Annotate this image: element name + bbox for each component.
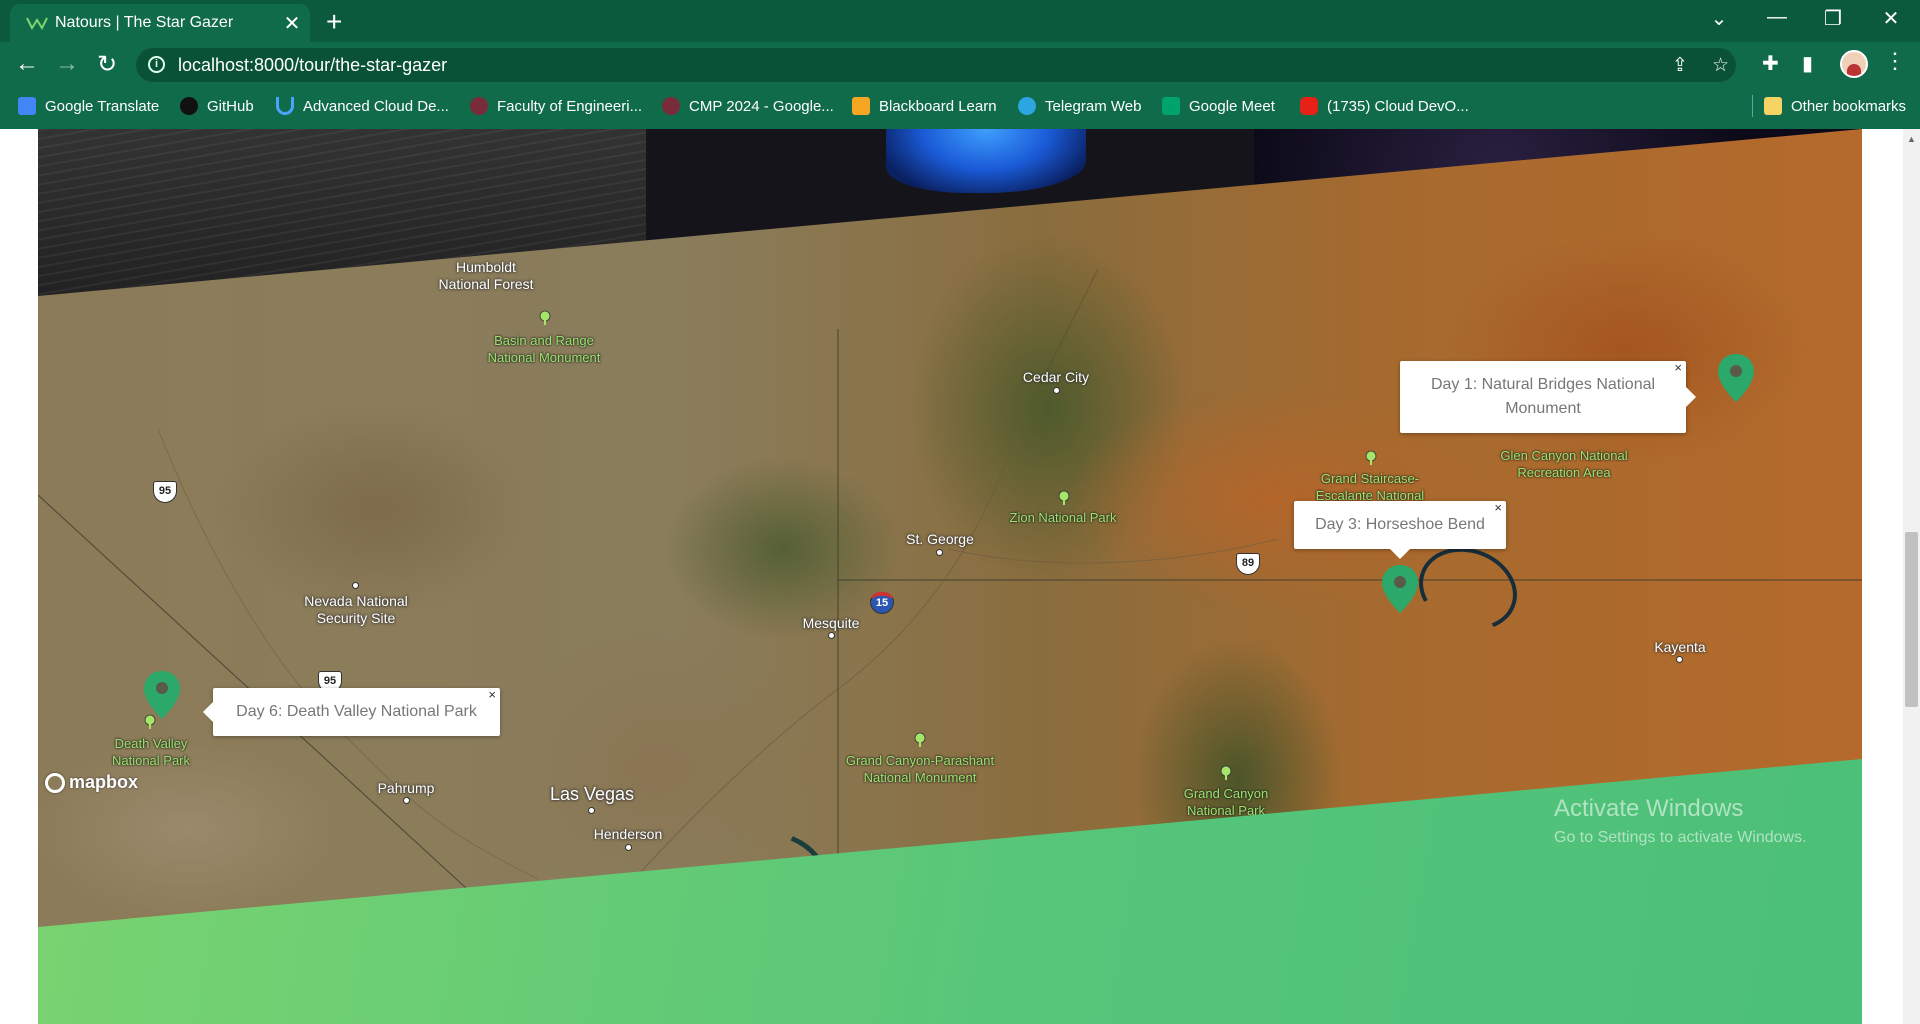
bookmark-star-icon[interactable]: ☆ xyxy=(1712,54,1729,77)
popup-close-icon[interactable]: × xyxy=(488,688,496,702)
browser-toolbar: ← → ↻ i localhost:8000/tour/the-star-gaz… xyxy=(0,42,1920,88)
location-marker-icon[interactable] xyxy=(1380,563,1420,615)
popup-text: Day 1: Natural Bridges National Monument xyxy=(1430,376,1656,417)
reload-button[interactable]: ↻ xyxy=(92,50,122,79)
close-window-button[interactable]: ✕ xyxy=(1876,6,1906,31)
city-dot-cedar xyxy=(1053,387,1060,394)
bookmark-google-translate[interactable]: Google Translate xyxy=(18,94,159,118)
label-grand-canyon: Grand Canyon National Park xyxy=(1183,786,1269,818)
bookmark-google-meet[interactable]: Google Meet xyxy=(1162,94,1275,118)
label-mesquite: Mesquite xyxy=(802,615,860,631)
youtube-icon xyxy=(1300,97,1318,115)
page-viewport: Humboldt National Forest Basin and Range N… xyxy=(0,129,1920,1024)
telegram-icon xyxy=(1018,97,1036,115)
udemy-icon xyxy=(276,97,294,115)
bookmark-udemy[interactable]: Advanced Cloud De... xyxy=(276,94,449,118)
label-st-george: St. George xyxy=(906,531,974,547)
bookmark-telegram[interactable]: Telegram Web xyxy=(1018,94,1141,118)
location-marker-icon[interactable] xyxy=(1716,352,1756,404)
city-dot-st-george xyxy=(936,549,943,556)
popup-close-icon[interactable]: × xyxy=(1494,501,1502,515)
label-pahrump: Pahrump xyxy=(377,780,435,796)
google-meet-icon xyxy=(1162,97,1180,115)
bookmarks-separator xyxy=(1752,95,1753,117)
windows-activation-watermark: Activate Windows Go to Settings to activ… xyxy=(1554,795,1807,846)
city-dot-henderson xyxy=(625,844,632,851)
tab-title: Natours | The Star Gazer xyxy=(55,14,234,31)
forward-button[interactable]: → xyxy=(52,50,82,78)
city-dot-kayenta xyxy=(1676,656,1683,663)
address-bar[interactable]: i localhost:8000/tour/the-star-gazer ⇪ ☆ xyxy=(136,48,1736,82)
mapbox-icon xyxy=(45,772,65,793)
label-zion: Zion National Park xyxy=(1009,510,1117,525)
tab-close-icon[interactable]: ✕ xyxy=(282,11,302,36)
label-grand-staircase: Grand Staircase- Escalante National xyxy=(1315,471,1425,503)
scroll-up-arrow-icon[interactable]: ▲ xyxy=(1907,134,1916,144)
popup-day-6: × Day 6: Death Valley National Park xyxy=(203,688,500,736)
popup-day-1: × Day 1: Natural Bridges National Monume… xyxy=(1400,361,1696,433)
tab-strip: Natours | The Star Gazer ✕ + ⌄ — ❐ ✕ xyxy=(0,0,1920,42)
minimize-button[interactable]: — xyxy=(1762,6,1792,29)
popup-text: Day 6: Death Valley National Park xyxy=(236,703,477,720)
site-info-icon[interactable]: i xyxy=(148,56,165,73)
location-marker-icon[interactable] xyxy=(142,669,182,721)
city-dot-mesquite xyxy=(828,632,835,639)
city-dot-las-vegas xyxy=(588,807,595,814)
label-humboldt: Humboldt National Forest xyxy=(438,259,534,292)
profile-avatar[interactable] xyxy=(1840,50,1868,78)
browser-chrome: Natours | The Star Gazer ✕ + ⌄ — ❐ ✕ ← →… xyxy=(0,0,1920,129)
label-henderson: Henderson xyxy=(593,826,663,842)
browser-menu-icon[interactable]: ⋮ xyxy=(1884,48,1906,74)
label-death-valley: Death Valley National Park xyxy=(111,736,191,768)
label-parashant: Grand Canyon-Parashant National Monument xyxy=(845,753,995,785)
bookmarks-bar: Google Translate GitHub Advanced Cloud D… xyxy=(0,90,1920,122)
label-glen-canyon: Glen Canyon National Recreation Area xyxy=(1500,448,1628,480)
url-text[interactable]: localhost:8000/tour/the-star-gazer xyxy=(178,55,447,76)
bookmark-github[interactable]: GitHub xyxy=(180,94,254,118)
park-icon xyxy=(539,310,551,325)
bookmark-cmp2024[interactable]: CMP 2024 - Google... xyxy=(662,94,834,118)
bookmark-blackboard[interactable]: Blackboard Learn xyxy=(852,94,997,118)
bookmark-faculty[interactable]: Faculty of Engineeri... xyxy=(470,94,642,118)
side-panel-icon[interactable]: ▮ xyxy=(1802,51,1813,76)
folder-icon xyxy=(1764,97,1782,115)
label-basin-range: Basin and Range National Monument xyxy=(487,333,601,365)
popup-day-3: × Day 3: Horseshoe Bend xyxy=(1294,501,1506,559)
popup-close-icon[interactable]: × xyxy=(1674,361,1682,375)
popup-text: Day 3: Horseshoe Bend xyxy=(1315,516,1485,533)
globe-icon xyxy=(662,97,680,115)
scrollbar-thumb[interactable] xyxy=(1905,532,1918,707)
label-cedar-city: Cedar City xyxy=(1022,369,1090,385)
back-button[interactable]: ← xyxy=(12,50,42,78)
tent-highlight xyxy=(886,129,1086,193)
natours-favicon-icon xyxy=(26,17,48,30)
blackboard-icon xyxy=(852,97,870,115)
label-las-vegas: Las Vegas xyxy=(549,784,635,804)
city-dot-pahrump xyxy=(403,797,410,804)
new-tab-button[interactable]: + xyxy=(326,6,342,38)
park-icon xyxy=(1365,450,1377,465)
globe-icon xyxy=(470,97,488,115)
park-icon xyxy=(1220,765,1232,780)
browser-tab[interactable]: Natours | The Star Gazer ✕ xyxy=(10,4,310,42)
other-bookmarks[interactable]: Other bookmarks xyxy=(1764,94,1906,118)
google-translate-icon xyxy=(18,97,36,115)
github-icon xyxy=(180,97,198,115)
label-nevada-security-site: Nevada National Security Site xyxy=(304,593,408,626)
share-icon[interactable]: ⇪ xyxy=(1672,54,1688,77)
bookmark-youtube[interactable]: (1735) Cloud DevO... xyxy=(1300,94,1469,118)
extensions-icon[interactable]: ✚ xyxy=(1762,51,1779,76)
label-kayenta: Kayenta xyxy=(1654,639,1706,655)
restore-button[interactable]: ❐ xyxy=(1818,6,1848,31)
park-icon xyxy=(914,732,926,747)
tab-search-icon[interactable]: ⌄ xyxy=(1704,6,1734,31)
mapbox-logo[interactable]: mapbox xyxy=(45,772,138,793)
park-icon xyxy=(1058,490,1070,505)
city-dot-nevada xyxy=(352,582,359,589)
